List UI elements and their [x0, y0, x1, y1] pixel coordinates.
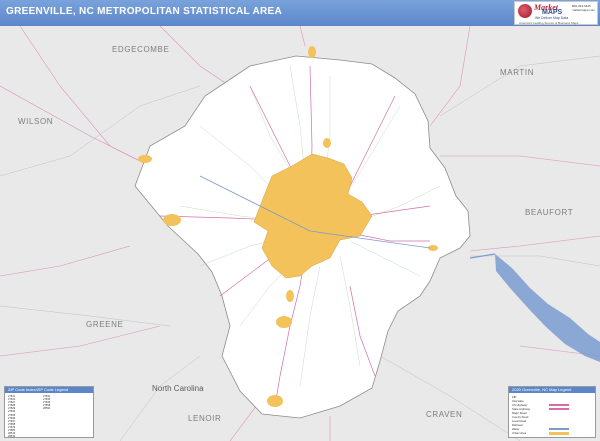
legend-item: Urban Area	[512, 431, 527, 435]
legend-swatch-state	[549, 408, 569, 410]
market-maps-logo: Market MAPS We Deliver Map Data America'…	[514, 1, 598, 25]
legend-swatch-highway	[549, 404, 569, 406]
county-label-lenoir: LENOIR	[188, 414, 222, 423]
logo-tagline: We Deliver Map Data	[535, 16, 569, 20]
zip-list-left: 27811 27812 27827 27828 27829 27834 2783…	[8, 395, 36, 438]
state-label: North Carolina	[152, 384, 204, 393]
town-8	[323, 138, 331, 148]
legend-swatch-urban	[549, 432, 569, 435]
logo-globe-icon	[518, 4, 532, 18]
map-legend-header: 2020 Greenville, NC Map Legend	[509, 387, 595, 393]
legend-swatch-water	[549, 428, 569, 430]
town-3	[308, 46, 316, 58]
zip-row: 28590	[43, 407, 51, 411]
county-label-edgecombe: EDGECOMBE	[112, 45, 170, 54]
map-legend: 2020 Greenville, NC Map Legend ZIP Inter…	[508, 386, 596, 438]
map-title: GREENVILLE, NC METROPOLITAN STATISTICAL …	[6, 6, 282, 17]
town-2	[163, 214, 181, 226]
town-6	[267, 395, 283, 407]
zip-code-legend: ZIP Code Index/ZIP Code Legend 27811 278…	[4, 386, 94, 438]
logo-brand-maps: MAPS	[542, 9, 563, 16]
county-label-greene: GREENE	[86, 320, 124, 329]
county-label-martin: MARTIN	[500, 68, 535, 77]
county-label-beaufort: BEAUFORT	[525, 208, 574, 217]
title-bar: GREENVILLE, NC METROPOLITAN STATISTICAL …	[0, 0, 600, 26]
town-7	[286, 290, 294, 302]
county-label-craven: CRAVEN	[426, 410, 463, 419]
map-canvas[interactable]	[0, 26, 600, 441]
town-5	[276, 316, 292, 328]
zip-row: 28530	[8, 435, 16, 439]
logo-tagline-2: America's Leading Source of Business Map…	[519, 21, 579, 25]
zip-list-right: 27834 27835 27836 27858 28590	[43, 395, 83, 410]
county-label-wilson: WILSON	[18, 117, 54, 126]
town-1	[138, 155, 152, 163]
logo-contact: 800-334-3425 marketmaps.com	[572, 4, 596, 12]
zip-legend-header: ZIP Code Index/ZIP Code Legend	[5, 387, 93, 393]
